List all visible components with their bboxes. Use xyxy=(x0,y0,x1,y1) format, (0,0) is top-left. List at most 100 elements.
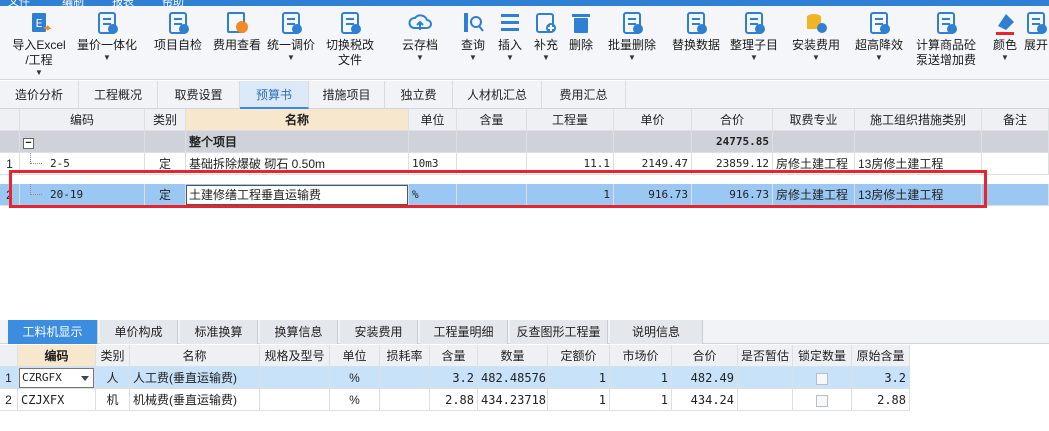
resource-header-12[interactable]: 锁定数量 xyxy=(793,345,852,367)
ribbon-button-8[interactable]: 插入 ▼ xyxy=(495,10,525,63)
ribbon-button-9[interactable]: 补充 ▼ xyxy=(530,10,562,63)
tab-5[interactable]: 独立费 xyxy=(385,81,453,109)
lock-checkbox[interactable] xyxy=(816,394,828,407)
dropdown-arrow-icon[interactable]: ▼ xyxy=(72,53,142,63)
ribbon-button-label: 替换数据 xyxy=(671,38,720,52)
detail-tab-3[interactable]: 换算信息 xyxy=(260,320,338,344)
grid-header-1[interactable]: 类别 xyxy=(145,109,186,131)
quantity-cell: 434.23718 xyxy=(478,389,548,411)
dropdown-arrow-icon[interactable]: ▼ xyxy=(603,53,661,63)
ribbon-button-3[interactable]: 费用查看 xyxy=(210,10,264,53)
grid-header-10[interactable]: 备注 xyxy=(982,109,1049,131)
collapse-icon[interactable]: − xyxy=(23,138,34,149)
ribbon-button-1[interactable]: 量价一体化 ▼ xyxy=(72,10,142,63)
detail-tab-0[interactable]: 工料机显示 xyxy=(8,320,98,344)
unit-cell: % xyxy=(330,367,380,389)
ribbon-button-12[interactable]: 替换数据 xyxy=(668,10,724,53)
resource-header-11[interactable]: 是否暂估 xyxy=(738,345,793,367)
ribbon-button-13[interactable]: 整理子目 ▼ xyxy=(726,10,782,63)
resource-header-4[interactable]: 单位 xyxy=(330,345,380,367)
grid-header-2[interactable]: 名称 xyxy=(186,109,409,131)
lock-checkbox[interactable] xyxy=(816,372,828,385)
dropdown-arrow-icon[interactable]: ▼ xyxy=(394,53,446,63)
resource-row[interactable]: 1 CZRGFX 人人工费(垂直运输费)% 3.2 482.48576 1 1 482.49 3… xyxy=(0,367,910,389)
ribbon-button-label: 批量删除 xyxy=(607,38,656,52)
resource-header-8[interactable]: 定额价 xyxy=(548,345,610,367)
grid-header-8[interactable]: 取费专业 xyxy=(773,109,855,131)
ribbon-button-label: 颜色 xyxy=(992,38,1017,52)
ribbon-button-11[interactable]: 批量删除 ▼ xyxy=(603,10,661,63)
resource-header-6[interactable]: 含量 xyxy=(430,345,478,367)
unit-price-cell: 2149.47 xyxy=(614,153,692,175)
grid-header-7[interactable]: 合价 xyxy=(692,109,773,131)
market-price-cell: 1 xyxy=(610,367,672,389)
dropdown-arrow-icon[interactable]: ▼ xyxy=(726,53,782,63)
detail-tab-4[interactable]: 安装费用 xyxy=(340,320,418,344)
resource-header-1[interactable]: 类别 xyxy=(96,345,130,367)
code-text: 20-19 xyxy=(50,188,84,201)
tab-3[interactable]: 预算书 xyxy=(240,81,309,109)
resource-header-9[interactable]: 市场价 xyxy=(610,345,672,367)
grid-header-0[interactable]: 编码 xyxy=(20,109,145,131)
self-check-icon xyxy=(165,10,191,36)
resource-row[interactable]: 2 CZJXFX 机机械费(垂直运输费)% 2.88 434.23718 1 1 434.24… xyxy=(0,389,910,411)
resource-header-0[interactable]: 编码 xyxy=(18,345,96,367)
name-edit-input[interactable]: 土建修缮工程垂直运输费 xyxy=(186,185,408,205)
detail-tab-6[interactable]: 反查图形工程量 xyxy=(510,320,608,344)
tab-2[interactable]: 取费设置 xyxy=(158,81,240,109)
dropdown-arrow-icon[interactable]: ▼ xyxy=(264,53,318,63)
ribbon-button-17[interactable]: 颜色 ▼ xyxy=(990,10,1020,63)
ribbon-button-18[interactable]: 展开 xyxy=(1023,10,1049,53)
resource-header-2[interactable]: 名称 xyxy=(130,345,260,367)
total-cell: 434.24 xyxy=(672,389,738,411)
dropdown-arrow-icon[interactable]: ▼ xyxy=(990,53,1020,63)
price-adjust-icon xyxy=(278,10,304,36)
tab-7[interactable]: 费用汇总 xyxy=(542,81,626,109)
resource-header-3[interactable]: 规格及型号 xyxy=(260,345,330,367)
code-cell: 2-5 xyxy=(20,153,145,175)
grid-row[interactable]: 1 2-5 定基础拆除爆破 砌石 0.50m 10m3 11.1 2149.47 23859… xyxy=(0,153,1049,175)
grid-row[interactable]: 2 20-19 定土建修缮工程垂直运输费% 1 916.73 916.73 房修土建工程 13… xyxy=(0,184,1049,208)
grid-header-corner xyxy=(0,345,18,367)
dropdown-arrow-icon[interactable]: ▼ xyxy=(455,53,491,63)
grid-header-5[interactable]: 工程量 xyxy=(527,109,614,131)
detail-tab-1[interactable]: 单价构成 xyxy=(100,320,178,344)
dropdown-arrow-icon[interactable]: ▼ xyxy=(788,53,844,63)
ribbon-button-4[interactable]: 统一调价 ▼ xyxy=(264,10,318,63)
resource-header-13[interactable]: 原始含量 xyxy=(852,345,910,367)
ribbon-button-6[interactable]: 云存档 ▼ xyxy=(394,10,446,63)
ribbon-button-10[interactable]: 删除 xyxy=(566,10,596,53)
note-cell xyxy=(982,153,1049,175)
ribbon-button-16[interactable]: 计算商品砼 泵送增加费 xyxy=(906,10,986,68)
supplement-icon xyxy=(533,10,559,36)
ribbon-button-0[interactable]: E 导入Excel/工程 ▼ xyxy=(8,10,70,78)
tab-6[interactable]: 人材机汇总 xyxy=(453,81,542,109)
resource-header-5[interactable]: 损耗率 xyxy=(380,345,430,367)
dropdown-arrow-icon[interactable]: ▼ xyxy=(853,53,905,63)
code-combobox[interactable]: CZRGFX xyxy=(19,368,94,388)
chevron-down-icon[interactable] xyxy=(81,376,89,381)
ribbon-button-14[interactable]: 安装费用 ▼ xyxy=(788,10,844,63)
resource-header-7[interactable]: 数量 xyxy=(478,345,548,367)
dropdown-arrow-icon[interactable]: ▼ xyxy=(8,68,70,78)
ribbon-button-2[interactable]: 项目自检 xyxy=(152,10,204,53)
grid-header-4[interactable]: 含量 xyxy=(457,109,527,131)
grid-header-3[interactable]: 单位 xyxy=(409,109,457,131)
dropdown-arrow-icon[interactable]: ▼ xyxy=(495,53,525,63)
resource-header-10[interactable]: 合价 xyxy=(672,345,738,367)
detail-tab-5[interactable]: 工程量明细 xyxy=(420,320,508,344)
ribbon-button-7[interactable]: 查询 ▼ xyxy=(455,10,491,63)
grid-group-row[interactable]: − 整个项目 24775.85 xyxy=(0,131,1049,153)
tab-1[interactable]: 工程概况 xyxy=(79,81,158,109)
grid-header-6[interactable]: 单价 xyxy=(614,109,692,131)
grid-header-9[interactable]: 施工组织措施类别 xyxy=(855,109,982,131)
detail-tab-2[interactable]: 标准换算 xyxy=(180,320,258,344)
ribbon-toolbar: E 导入Excel/工程 ▼ 量价一体化 ▼ 项目自检 费用查看 统一调价 ▼ 切换税改 文件 云存档… xyxy=(0,6,1049,80)
ribbon-button-5[interactable]: 切换税改 文件 xyxy=(318,10,382,68)
detail-tab-7[interactable]: 说明信息 xyxy=(610,320,703,344)
dropdown-arrow-icon[interactable]: ▼ xyxy=(530,53,562,63)
tab-0[interactable]: 造价分析 xyxy=(0,81,79,109)
ribbon-button-15[interactable]: 超高降效 ▼ xyxy=(853,10,905,63)
name-cell: 基础拆除爆破 砌石 0.50m xyxy=(186,153,409,175)
tab-4[interactable]: 措施项目 xyxy=(309,81,385,109)
